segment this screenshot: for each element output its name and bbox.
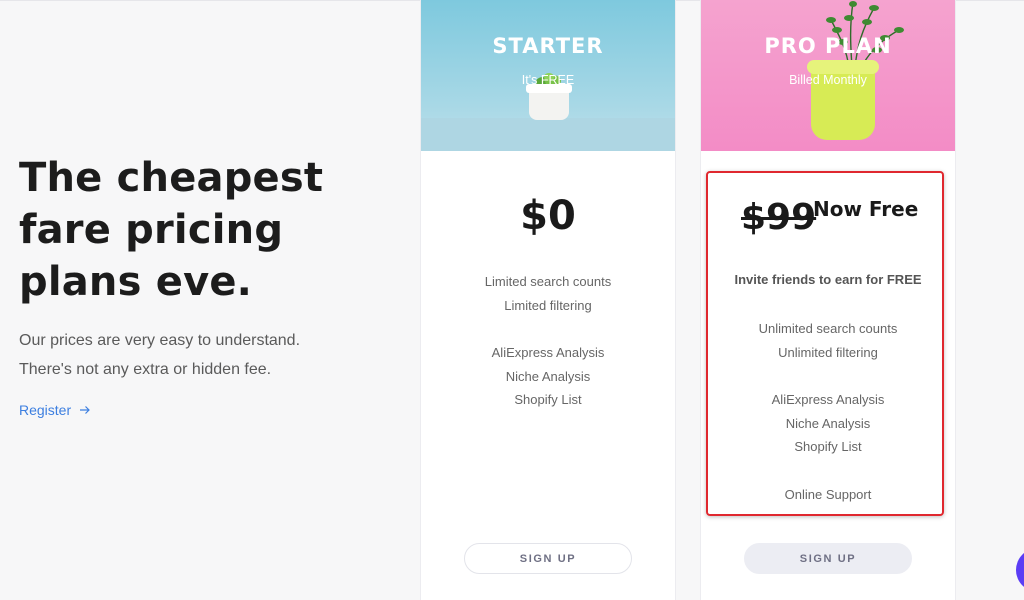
feature-group: Online Support — [701, 483, 955, 507]
feature-item: Unlimited search counts — [758, 321, 898, 336]
hero-subtitle-line: Our prices are very easy to understand. — [19, 332, 301, 349]
plan-header-pro: PRO PLAN Billed Monthly — [701, 0, 955, 151]
feature-item: Limited filtering — [504, 297, 592, 313]
feature-item: Shopify List — [514, 392, 582, 407]
plan-card-pro: PRO PLAN Billed Monthly $99 Now Free Inv… — [700, 0, 956, 600]
plan-name: PRO PLAN — [764, 34, 892, 58]
hero-title-line: fare pricing — [19, 207, 284, 253]
hero-section: The cheapest fare pricing plans eve. Our… — [19, 152, 399, 420]
hero-subtitle-line: There's not any extra or hidden fee. — [19, 361, 272, 378]
plan-note: It's FREE — [521, 73, 575, 87]
hero-title: The cheapest fare pricing plans eve. — [19, 152, 399, 308]
chat-bubble-icon[interactable] — [1016, 548, 1024, 592]
plan-name: STARTER — [492, 34, 604, 58]
pot-rim-image — [807, 60, 879, 74]
feature-item: Shopify List — [794, 439, 862, 454]
feature-item: AliExpress Analysis — [491, 345, 605, 360]
signup-button-starter[interactable]: SIGN UP — [464, 543, 632, 574]
feature-item: Niche Analysis — [785, 415, 871, 431]
plan-header-starter: STARTER It's FREE — [421, 0, 675, 151]
arrow-right-icon — [79, 405, 91, 415]
feature-item: Online Support — [784, 487, 872, 502]
feature-item: Niche Analysis — [505, 368, 591, 384]
register-label: Register — [19, 402, 72, 418]
old-price: $99 — [741, 197, 817, 238]
feature-item: Limited search counts — [484, 274, 612, 289]
feature-group: AliExpress Analysis Niche Analysis Shopi… — [421, 341, 675, 412]
feature-group: Unlimited search counts Unlimited filter… — [701, 317, 955, 364]
feature-item: Unlimited filtering — [778, 344, 878, 360]
plan-note: Billed Monthly — [789, 73, 867, 87]
hero-title-line: plans eve. — [19, 259, 253, 305]
plan-price: $0 — [520, 193, 576, 239]
register-link[interactable]: Register — [19, 402, 91, 418]
feature-group: AliExpress Analysis Niche Analysis Shopi… — [701, 388, 955, 459]
now-free-label: Now Free — [813, 197, 919, 221]
hero-title-line: The cheapest — [19, 155, 324, 201]
feature-item: AliExpress Analysis — [771, 392, 885, 407]
signup-button-pro[interactable]: SIGN UP — [744, 543, 912, 574]
plan-card-starter: STARTER It's FREE $0 Limited search coun… — [420, 0, 676, 600]
invite-text: Invite friends to earn for FREE — [734, 272, 922, 287]
shelf-image — [421, 118, 675, 151]
feature-group: Limited search counts Limited filtering — [421, 270, 675, 317]
hero-subtitle: Our prices are very easy to understand. … — [19, 326, 399, 384]
